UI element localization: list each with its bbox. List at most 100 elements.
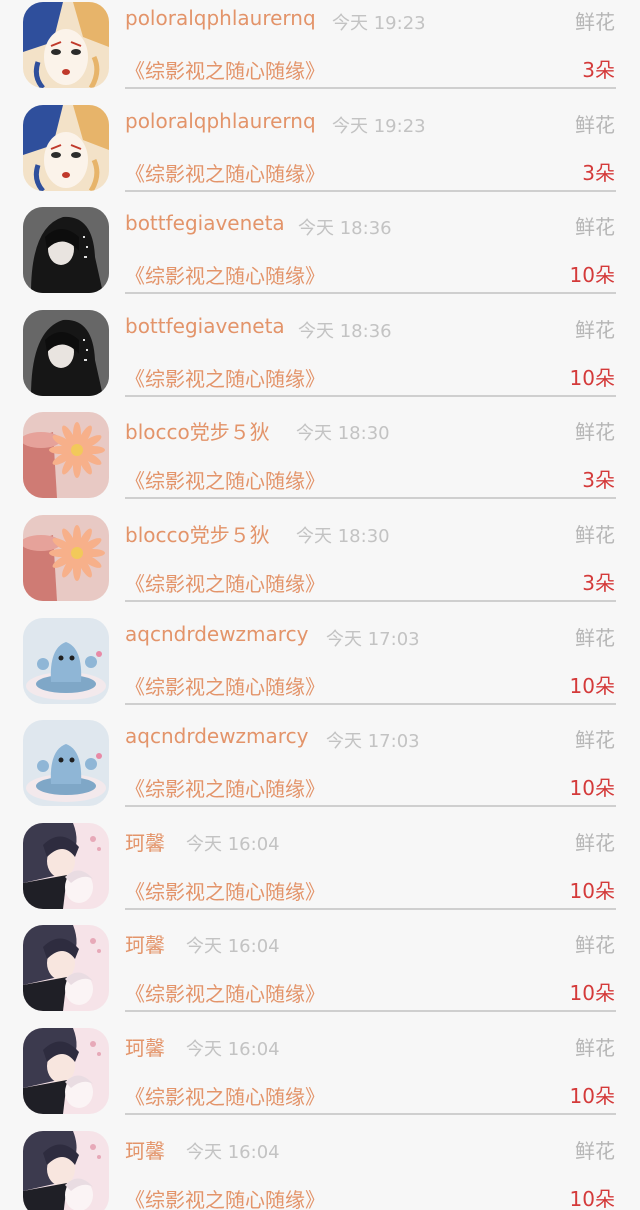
book-title-link[interactable]: 《综影视之随心随缘》 [125, 876, 325, 905]
username[interactable]: 珂馨 [125, 929, 165, 958]
username[interactable]: aqcndrdewzmarcy [125, 622, 308, 646]
gift-count: 10朵 [569, 365, 615, 390]
gift-record-row[interactable]: bottfegiaveneta 今天 18:36 鲜花《综影视之随心随缘》 10朵 [0, 308, 640, 411]
gift-count: 3朵 [582, 58, 615, 82]
book-title-link[interactable]: 《综影视之随心随缘》 [125, 568, 325, 597]
user-avatar[interactable] [23, 925, 109, 1011]
username[interactable]: bottfegiaveneta [125, 314, 285, 338]
gift-record-row[interactable]: bottfegiaveneta 今天 18:36 鲜花 《综影视之随心随缘》 10朵 [0, 205, 640, 308]
book-title-link[interactable]: 《综影视之随心随缘》 [125, 671, 325, 700]
username[interactable]: 珂馨 [125, 827, 165, 856]
gift-count: 10朵 [569, 878, 615, 903]
avatar-image [23, 618, 109, 704]
timestamp: 今天 18:30 [296, 525, 390, 547]
row-divider [125, 394, 616, 397]
book-title-link[interactable]: 《综影视之随心随缘》 [125, 158, 325, 187]
avatar-image [23, 823, 109, 909]
gift-count: 10朵 [569, 981, 615, 1006]
username[interactable]: 珂馨 [125, 1135, 165, 1164]
gift-record-row[interactable]: poloralqphlaurernq 今天 19:23 鲜花《综影视之随心随缘》 3朵 [0, 0, 640, 103]
user-avatar[interactable] [23, 1028, 109, 1114]
user-avatar[interactable] [23, 207, 109, 293]
gift-record-row[interactable]: blocco党步５狄 今天 18:30 鲜花《综影视之随心随缘》 3朵 [0, 513, 640, 616]
avatar-image [23, 1131, 109, 1210]
user-avatar[interactable] [23, 412, 109, 498]
username[interactable]: blocco党步５狄 [125, 519, 270, 548]
book-title-link[interactable]: 《综影视之随心随缘》 [125, 1081, 325, 1110]
gift-type-label: 鲜花 [575, 1138, 615, 1163]
row-divider [125, 189, 616, 192]
gift-count: 10朵 [569, 1083, 615, 1108]
book-title-link[interactable]: 《综影视之随心随缘》 [125, 978, 325, 1007]
avatar-image [23, 2, 109, 88]
book-title-link[interactable]: 《综影视之随心随缘》 [125, 260, 325, 289]
user-avatar[interactable] [23, 2, 109, 88]
gift-type-label: 鲜花 [575, 522, 615, 547]
gift-type-label: 鲜花 [575, 1035, 615, 1060]
row-divider [125, 907, 616, 910]
book-title-link[interactable]: 《综影视之随心随缘》 [125, 773, 325, 802]
row-divider [125, 1010, 616, 1013]
gift-count: 10朵 [569, 263, 615, 288]
row-divider [125, 599, 616, 602]
book-title-link[interactable]: 《综影视之随心随缘》 [125, 465, 325, 494]
timestamp: 今天 16:04 [186, 833, 280, 855]
gift-type-label: 鲜花 [575, 10, 615, 34]
timestamp: 今天 17:03 [326, 628, 420, 650]
gift-count: 10朵 [569, 776, 615, 801]
gift-type-label: 鲜花 [575, 933, 615, 958]
gift-type-label: 鲜花 [575, 317, 615, 342]
gift-count: 3朵 [582, 468, 615, 493]
username[interactable]: 珂馨 [125, 1032, 165, 1061]
avatar-image [23, 412, 109, 498]
book-title-link[interactable]: 《综影视之随心随缘》 [125, 363, 325, 392]
avatar-image [23, 515, 109, 601]
avatar-image [23, 720, 109, 806]
gift-record-row[interactable]: aqcndrdewzmarcy 今天 17:03 鲜花 《综影视之随心随缘》 10朵 [0, 718, 640, 821]
timestamp: 今天 18:36 [298, 320, 392, 342]
avatar-image [23, 105, 109, 191]
gift-type-label: 鲜花 [575, 830, 615, 855]
timestamp: 今天 19:23 [332, 13, 426, 34]
user-avatar[interactable] [23, 310, 109, 396]
gift-record-row[interactable]: poloralqphlaurernq 今天 19:23 鲜花 《综影视之随心随缘》 3朵 [0, 103, 640, 206]
avatar-image [23, 1028, 109, 1114]
username[interactable]: bottfegiaveneta [125, 211, 285, 235]
gift-type-label: 鲜花 [575, 728, 615, 753]
gift-type-label: 鲜花 [575, 625, 615, 650]
username[interactable]: blocco党步５狄 [125, 416, 270, 445]
timestamp: 今天 18:30 [296, 423, 390, 445]
user-avatar[interactable] [23, 1131, 109, 1210]
timestamp: 今天 16:04 [186, 1141, 280, 1163]
row-divider [125, 805, 616, 808]
gift-record-row[interactable]: 珂馨 今天 16:04 鲜花《综影视之随心随缘》 10朵 [0, 1129, 640, 1210]
gift-record-list: poloralqphlaurernq 今天 19:23 鲜花 《综影视之随心随缘》 3朵… [0, 0, 640, 1210]
gift-record-row[interactable]: 珂馨 今天 16:04 鲜花 《综影视之随心随缘》 10朵 [0, 923, 640, 1026]
gift-record-row[interactable]: blocco党步５狄 今天 18:30 鲜花《综影视之随心随缘》 3朵 [0, 410, 640, 513]
gift-count: 3朵 [582, 570, 615, 595]
book-title-link[interactable]: 《综影视之随心随缘》 [125, 1184, 325, 1210]
user-avatar[interactable] [23, 618, 109, 704]
user-avatar[interactable] [23, 515, 109, 601]
gift-type-label: 鲜花 [575, 215, 615, 240]
avatar-image [23, 925, 109, 1011]
user-avatar[interactable] [23, 823, 109, 909]
gift-type-label: 鲜花 [575, 420, 615, 445]
timestamp: 今天 19:23 [332, 115, 426, 137]
gift-record-row[interactable]: 珂馨 今天 16:04 鲜花《综影视之随心随缘》 10朵 [0, 1026, 640, 1129]
gift-record-row[interactable]: 珂馨 今天 16:04 鲜花《综影视之随心随缘》 10朵 [0, 821, 640, 924]
user-avatar[interactable] [23, 720, 109, 806]
username[interactable]: aqcndrdewzmarcy [125, 724, 308, 748]
gift-record-row[interactable]: aqcndrdewzmarcy 今天 17:03 鲜花《综影视之随心随缘》 10朵 [0, 616, 640, 719]
user-avatar[interactable] [23, 105, 109, 191]
timestamp: 今天 16:04 [186, 1038, 280, 1060]
username[interactable]: poloralqphlaurernq [125, 6, 316, 30]
row-divider [125, 292, 616, 295]
book-title-link[interactable]: 《综影视之随心随缘》 [125, 55, 325, 84]
row-divider [125, 702, 616, 705]
row-divider [125, 87, 616, 89]
row-divider [125, 497, 616, 500]
gift-count: 10朵 [569, 1186, 615, 1210]
username[interactable]: poloralqphlaurernq [125, 109, 316, 133]
gift-count: 10朵 [569, 673, 615, 698]
